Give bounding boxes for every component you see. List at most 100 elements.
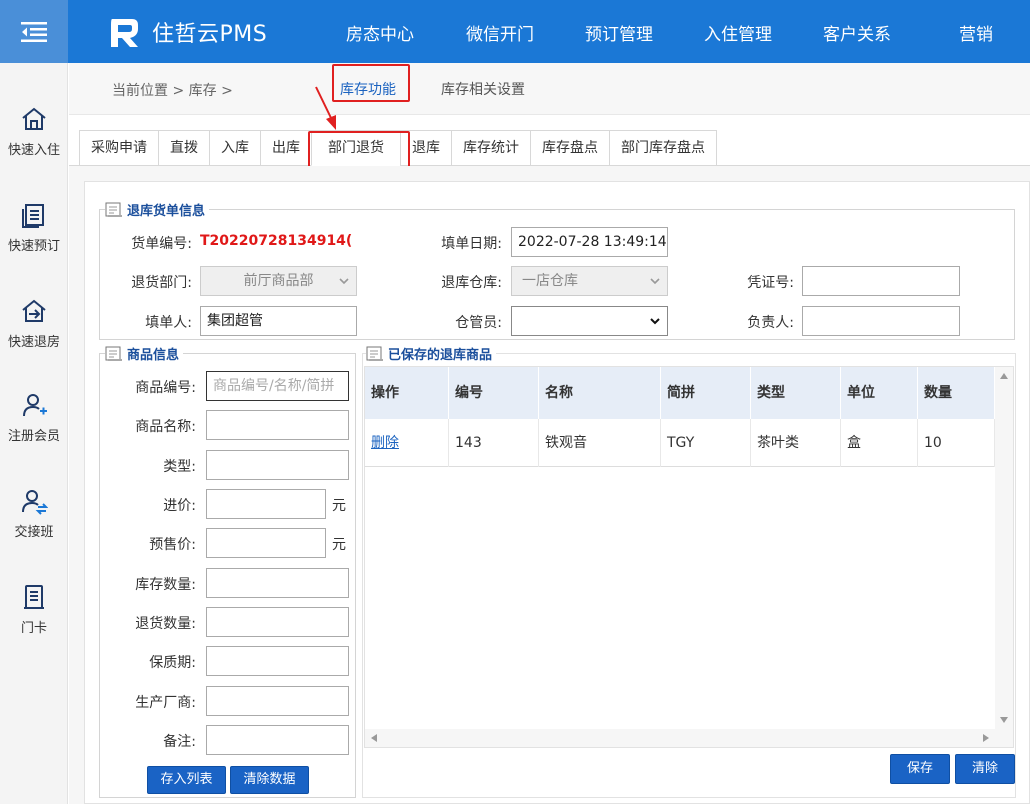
menu-toggle-button[interactable] (0, 0, 68, 63)
subtab-stock-out[interactable]: 出库 (260, 130, 311, 166)
shelf-life-input[interactable] (206, 646, 349, 676)
fill-date-field[interactable]: 2022-07-28 13:49:14 (511, 227, 668, 257)
warehouse-label: 退库仓库: (441, 275, 502, 291)
manufacturer-label: 生产厂商: (135, 695, 196, 711)
cell-name: 铁观音 (539, 419, 661, 467)
col-type: 类型 (751, 367, 841, 419)
clear-button[interactable]: 清除 (955, 754, 1015, 784)
horizontal-scrollbar[interactable] (365, 729, 995, 747)
breadcrumb: 当前位置 > 库存 > (112, 83, 233, 99)
sidebar-item-label: 快速入住 (7, 143, 60, 158)
save-to-list-button[interactable]: 存入列表 (147, 766, 226, 794)
goods-name-input[interactable] (206, 410, 349, 440)
subtab-inventory-stats[interactable]: 库存统计 (451, 130, 530, 166)
table-header: 操作 编号 名称 简拼 类型 单位 数量 (365, 367, 995, 419)
subtab-inventory-count[interactable]: 库存盘点 (530, 130, 609, 166)
voucher-input[interactable] (802, 266, 960, 296)
sidebar-item-label: 快速退房 (7, 335, 60, 350)
scroll-right-icon[interactable] (983, 734, 989, 742)
nav-marketing[interactable]: 营销 (959, 20, 993, 45)
add-user-icon (23, 394, 47, 417)
col-action: 操作 (365, 367, 449, 419)
scroll-down-icon[interactable] (1000, 717, 1008, 723)
nav-customer[interactable]: 客户关系 (823, 20, 891, 45)
tab-inventory-settings[interactable]: 库存相关设置 (441, 79, 525, 99)
sidebar: 快速入住 快速预订 快速退房 注册会员 交接班 门卡 (0, 63, 68, 804)
keeper-label: 仓管员: (455, 315, 502, 331)
goods-name-label: 商品名称: (135, 419, 196, 435)
sidebar-item-shift-handover[interactable]: 交接班 (0, 487, 68, 540)
nav-booking[interactable]: 预订管理 (585, 20, 653, 45)
annotation-arrow-icon (315, 86, 336, 130)
manufacturer-input[interactable] (206, 686, 349, 716)
subtab-dept-inventory-count[interactable]: 部门库存盘点 (609, 130, 717, 166)
saved-goods-table: 操作 编号 名称 简拼 类型 单位 数量 删除 143 铁观音 TGY 茶叶类 … (364, 366, 1014, 748)
sidebar-item-label: 门卡 (20, 621, 47, 636)
delete-link[interactable]: 删除 (371, 435, 399, 451)
goods-info-title: 商品信息 (105, 344, 184, 363)
shift-user-icon (22, 490, 48, 515)
sidebar-item-door-card[interactable]: 门卡 (0, 583, 68, 636)
save-button[interactable]: 保存 (890, 754, 950, 784)
order-no-label: 货单编号: (131, 236, 192, 252)
vertical-scrollbar[interactable] (995, 367, 1013, 729)
nav-room-status[interactable]: 房态中心 (346, 20, 414, 45)
subtab-stock-in[interactable]: 入库 (209, 130, 260, 166)
home-icon (22, 107, 46, 130)
return-qty-input[interactable] (206, 607, 349, 637)
presale-price-input[interactable] (206, 528, 326, 558)
scroll-up-icon[interactable] (1000, 373, 1008, 379)
document-icon (22, 204, 44, 228)
scroll-left-icon[interactable] (371, 734, 377, 742)
chevron-down-icon (650, 278, 660, 285)
goods-type-input[interactable] (206, 450, 349, 480)
sidebar-item-register-member[interactable]: 注册会员 (0, 391, 68, 444)
sidebar-item-label: 注册会员 (7, 429, 60, 444)
owner-label: 负责人: (747, 315, 794, 331)
nav-checkin[interactable]: 入住管理 (704, 20, 772, 45)
remark-input[interactable] (206, 725, 349, 755)
subtab-purchase-request[interactable]: 采购申请 (79, 130, 158, 166)
cell-abbr: TGY (661, 419, 751, 467)
sidebar-item-quick-checkout[interactable]: 快速退房 (0, 297, 68, 350)
form-icon (105, 202, 122, 217)
cost-price-input[interactable] (206, 489, 326, 519)
brand[interactable]: 住哲云PMS (106, 14, 267, 50)
form-icon (366, 346, 383, 361)
presale-price-label: 预售价: (149, 537, 196, 553)
sidebar-item-quick-checkin[interactable]: 快速入住 (0, 105, 68, 158)
sidebar-item-quick-booking[interactable]: 快速预订 (0, 201, 68, 254)
keeper-select[interactable] (511, 306, 668, 336)
remark-label: 备注: (163, 734, 196, 750)
shelf-life-label: 保质期: (149, 655, 196, 671)
fill-date-label: 填单日期: (441, 236, 502, 252)
dept-select[interactable]: 前厅商品部 (200, 266, 357, 296)
form-icon (105, 346, 122, 361)
presale-price-unit: 元 (332, 537, 346, 553)
order-info-title: 退库货单信息 (105, 200, 210, 219)
owner-input[interactable] (802, 306, 960, 336)
filler-label: 填单人: (145, 315, 192, 331)
nav-wechat-door[interactable]: 微信开门 (466, 20, 534, 45)
stock-qty-input[interactable] (206, 568, 349, 598)
scroll-corner (995, 729, 1013, 747)
filler-input[interactable]: 集团超管 (200, 306, 357, 336)
voucher-label: 凭证号: (747, 275, 794, 291)
goods-code-input[interactable]: 商品编号/名称/简拼 (206, 371, 349, 401)
goods-type-label: 类型: (163, 459, 196, 475)
stock-qty-label: 库存数量: (135, 577, 196, 593)
cost-price-unit: 元 (332, 498, 346, 514)
table-row: 删除 143 铁观音 TGY 茶叶类 盒 10 (365, 419, 995, 467)
subtab-direct-transfer[interactable]: 直拨 (158, 130, 209, 166)
saved-goods-title: 已保存的退库商品 (366, 344, 497, 363)
goods-code-label: 商品编号: (135, 380, 196, 396)
col-qty: 数量 (918, 367, 995, 419)
dept-label: 退货部门: (131, 275, 192, 291)
warehouse-select[interactable]: 一店仓库 (511, 266, 668, 296)
chevron-down-icon (650, 318, 660, 325)
col-unit: 单位 (841, 367, 918, 419)
sidebar-item-label: 交接班 (14, 525, 54, 540)
breadcrumb-bar: 当前位置 > 库存 > 库存功能 库存相关设置 (69, 63, 1030, 115)
clear-data-button[interactable]: 清除数据 (230, 766, 309, 794)
cell-qty: 10 (918, 419, 995, 467)
